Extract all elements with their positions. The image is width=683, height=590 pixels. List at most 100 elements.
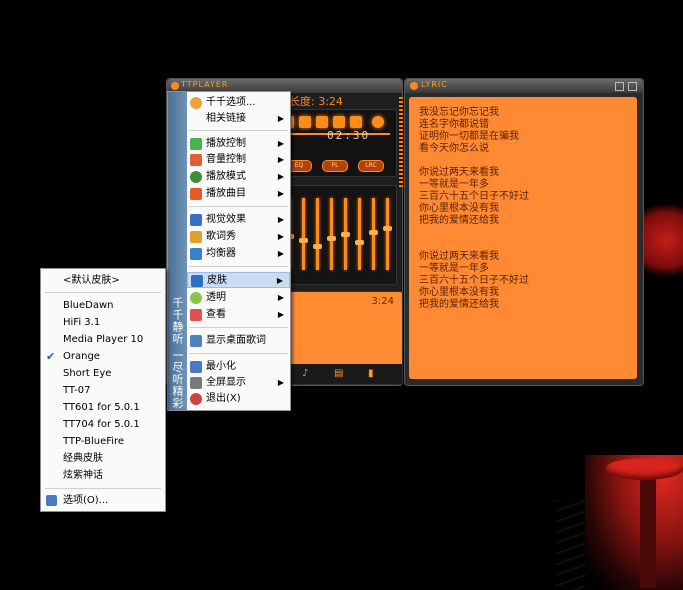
lcd-panel: EQ PL LRC <box>277 109 397 177</box>
pause-button[interactable] <box>299 116 311 128</box>
lyrics-close-icon[interactable] <box>628 82 637 91</box>
skin-item-classic[interactable]: 经典皮肤 <box>41 450 165 467</box>
menu-item-minimize[interactable]: 最小化 <box>187 359 290 375</box>
mode-icon[interactable]: ▮ <box>368 368 374 379</box>
skin-item-default[interactable]: <默认皮肤> <box>41 272 165 289</box>
submenu-arrow-icon: ▶ <box>277 114 284 123</box>
exit-icon <box>190 393 202 405</box>
lyric-line: 连名字你都说错 <box>419 119 489 130</box>
submenu-arrow-icon: ▶ <box>277 310 284 319</box>
eq-knob[interactable] <box>341 232 350 237</box>
minimize-icon <box>190 361 202 373</box>
music-note-icon[interactable]: ♪ <box>302 368 308 379</box>
menu-item-lyrics-show[interactable]: 歌词秀 ▶ <box>187 229 290 245</box>
lyric-line: 证明你一切都是在骗我 <box>419 131 519 142</box>
skin-item-options[interactable]: 选项(O)... <box>41 492 165 509</box>
menu-separator <box>189 266 288 267</box>
submenu-arrow-icon: ▶ <box>277 155 284 164</box>
skin-item-purple-myth[interactable]: 炫紫神话 <box>41 467 165 484</box>
skin-item-tt601[interactable]: TT601 for 5.0.1 <box>41 399 165 416</box>
skin-icon <box>191 275 203 287</box>
submenu-arrow-icon: ▶ <box>277 172 284 181</box>
menu-separator <box>189 327 288 328</box>
menu-item-exit[interactable]: 退出(X) <box>187 391 290 407</box>
eq-slider[interactable] <box>358 198 361 270</box>
lyric-line: 我没忘记你忘记我 <box>419 107 499 118</box>
eq-slider[interactable] <box>330 198 333 270</box>
playlist-track-time: 3:24 <box>371 296 394 307</box>
next-button[interactable] <box>333 116 345 128</box>
submenu-arrow-icon: ▶ <box>277 139 284 148</box>
skin-submenu: <默认皮肤> BlueDawn HiFi 3.1 Media Player 10… <box>40 268 166 512</box>
eq-slider[interactable] <box>316 198 319 270</box>
menu-item-play-track[interactable]: 播放曲目 ▶ <box>187 186 290 202</box>
lyric-line: 把我的爱情还给我 <box>419 299 499 310</box>
prev-button[interactable] <box>316 116 328 128</box>
eq-slider[interactable] <box>302 198 305 270</box>
lyric-line: 你说过两天来看我 <box>419 167 499 178</box>
submenu-arrow-icon: ▶ <box>277 232 284 241</box>
checkmark-icon: ✔ <box>46 350 56 363</box>
lyrics-window: LYRIC 我没忘记你忘记我 连名字你都说错 证明你一切都是在骗我 看今天你怎么… <box>404 78 644 386</box>
lyric-line: 你心里根本没有我 <box>419 203 499 214</box>
lyric-line: 三百六十五个日子不好过 <box>419 191 529 202</box>
playlist-toolbar: ♪ ▤ ▮ <box>278 364 402 384</box>
menu-item-view[interactable]: 查看 ▶ <box>187 307 290 323</box>
menu-item-equalizer[interactable]: 均衡器 ▶ <box>187 246 290 262</box>
desktop-lyrics-icon <box>190 335 202 347</box>
lyrics-minimize-icon[interactable] <box>615 82 624 91</box>
menu-separator <box>189 353 288 354</box>
skin-item-bluedawn[interactable]: BlueDawn <box>41 297 165 314</box>
track-icon <box>190 188 202 200</box>
lyric-line: 三百六十五个日子不好过 <box>419 275 529 286</box>
menu-item-visual-effects[interactable]: 视觉效果 ▶ <box>187 212 290 228</box>
menu-item-play-control[interactable]: 播放控制 ▶ <box>187 136 290 152</box>
skin-item-orange[interactable]: ✔ Orange <box>41 348 165 365</box>
eq-knob[interactable] <box>299 238 308 243</box>
player-title: TTPLAYER <box>181 80 229 89</box>
volume-icon <box>190 154 202 166</box>
menu-separator <box>189 130 288 131</box>
menu-item-volume-control[interactable]: 音量控制 ▶ <box>187 152 290 168</box>
volume-icon[interactable] <box>372 116 384 128</box>
player-logo-icon <box>171 82 179 90</box>
menu-item-links[interactable]: 相关链接 ▶ <box>187 111 290 127</box>
eq-knob[interactable] <box>355 240 364 245</box>
eq-knob[interactable] <box>313 244 322 249</box>
playlist-toggle-button[interactable]: PL <box>322 160 348 172</box>
transparency-icon <box>190 292 202 304</box>
lyric-line: 你说过两天来看我 <box>419 251 499 262</box>
visual-icon <box>190 214 202 226</box>
lyric-line: 看今天你怎么说 <box>419 143 489 154</box>
skin-item-tt704[interactable]: TT704 for 5.0.1 <box>41 416 165 433</box>
playlist-panel[interactable]: 3:24 ♪ ▤ ▮ <box>277 291 403 385</box>
menu-item-play-mode[interactable]: 播放模式 ▶ <box>187 169 290 185</box>
menu-item-skin[interactable]: 皮肤 ▶ <box>187 272 290 288</box>
eq-knob[interactable] <box>383 226 392 231</box>
lyric-line: 一等就是一年多 <box>419 263 489 274</box>
skin-item-ttp-bluefire[interactable]: TTP-BlueFire <box>41 433 165 450</box>
menu-item-desktop-lyrics[interactable]: 显示桌面歌词 <box>187 333 290 349</box>
equalizer-panel <box>277 185 397 285</box>
menu-banner: 千千静听 一尽听精彩 <box>168 92 187 410</box>
lyrics-titlebar[interactable]: LYRIC <box>405 79 643 93</box>
options-icon <box>190 97 202 109</box>
menu-item-options[interactable]: 千千选项... <box>187 95 290 111</box>
eject-button[interactable] <box>350 116 362 128</box>
menu-item-fullscreen[interactable]: 全屏显示 ▶ <box>187 375 290 391</box>
eq-knob[interactable] <box>369 230 378 235</box>
lyric-line: 把我的爱情还给我 <box>419 215 499 226</box>
skin-item-media-player[interactable]: Media Player 10 <box>41 331 165 348</box>
skin-item-short-eye[interactable]: Short Eye <box>41 365 165 382</box>
skin-item-hifi[interactable]: HiFi 3.1 <box>41 314 165 331</box>
menu-separator <box>189 206 288 207</box>
submenu-arrow-icon: ▶ <box>277 215 284 224</box>
menu-item-transparency[interactable]: 透明 ▶ <box>187 290 290 306</box>
list-icon[interactable]: ▤ <box>334 368 343 379</box>
eq-slider[interactable] <box>386 198 389 270</box>
eq-knob[interactable] <box>327 236 336 241</box>
track-length: 长度: 3:24 <box>289 95 343 108</box>
background-table-top <box>605 458 683 480</box>
skin-item-tt07[interactable]: TT-07 <box>41 382 165 399</box>
lyrics-toggle-button[interactable]: LRC <box>358 160 384 172</box>
